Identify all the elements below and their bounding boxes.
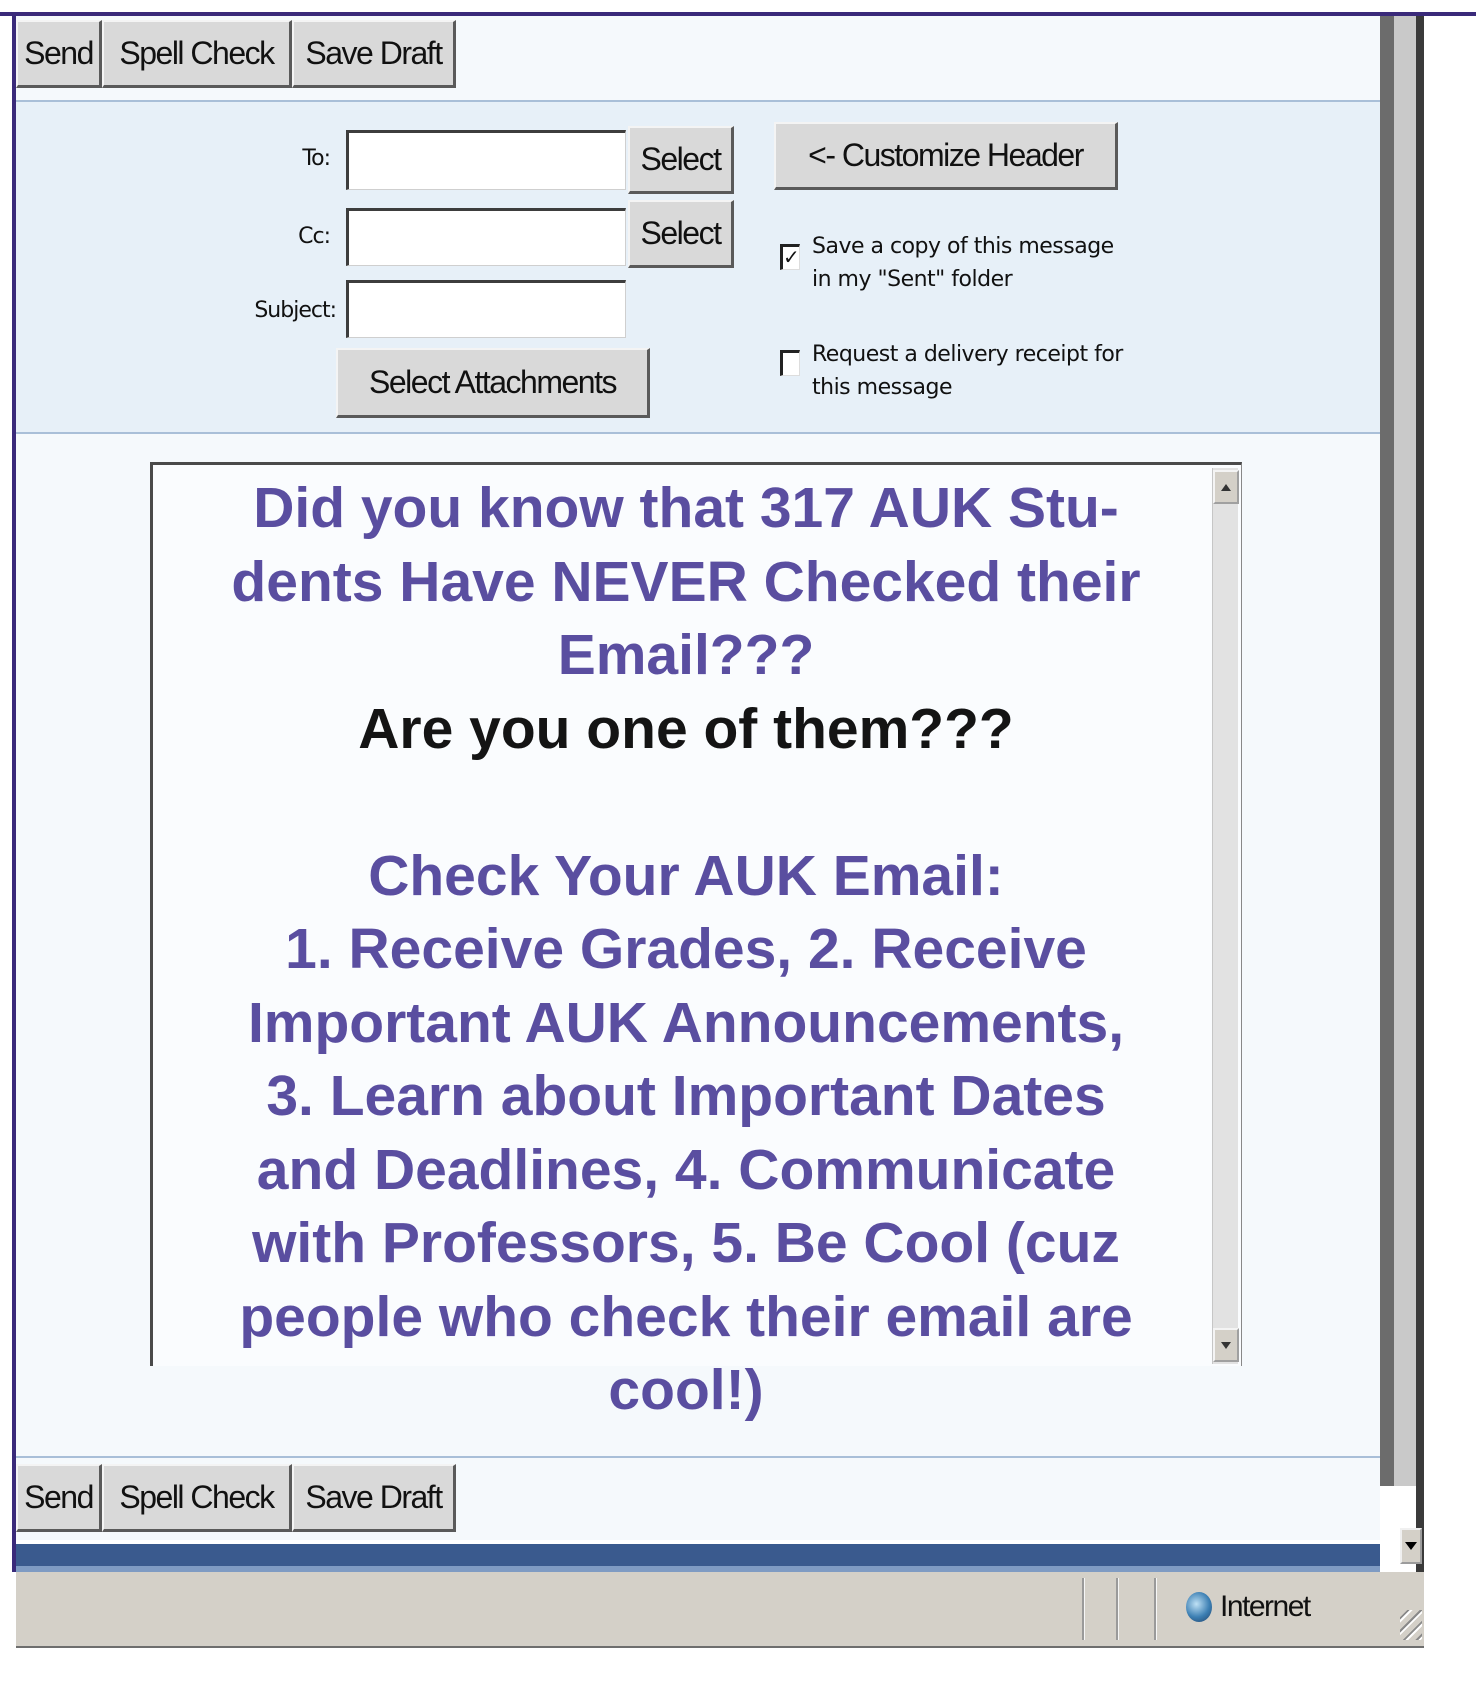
select-attachments-button[interactable]: Select Attachments [336,348,650,418]
status-separator [1082,1578,1085,1640]
message-text: Did you know that 317 AUK Stu- dents Hav… [160,472,1212,1428]
message-line: Important AUK Announcements, [247,990,1125,1055]
message-line-question: Are you one of them??? [358,696,1014,761]
message-line: dents Have NEVER Checked their [231,549,1141,614]
message-line: with Professors, 5. Be Cool (cuz [252,1211,1120,1275]
frame-bottom-bar [16,1544,1380,1566]
delivery-receipt-checkbox[interactable] [780,350,800,376]
globe-icon [1186,1592,1212,1622]
window-frame-right [1416,16,1424,1576]
status-separator [1116,1578,1119,1640]
delivery-receipt-label-line2: this message [812,375,953,400]
to-label: To: [302,146,331,171]
page-bottom-margin [0,1648,1476,1681]
spell-check-button-top[interactable]: Spell Check [102,20,292,88]
save-copy-label-line2: in my "Sent" folder [812,267,1013,292]
send-button-bottom[interactable]: Send [16,1464,102,1532]
arrow-up-icon [1221,483,1231,491]
arrow-down-icon [1221,1341,1231,1349]
save-draft-button-bottom[interactable]: Save Draft [292,1464,456,1532]
message-line: Email??? [557,623,815,687]
message-line: cool!) [608,1358,764,1422]
select-to-button[interactable]: Select [628,126,734,194]
window-scrollbar-thumb[interactable] [1380,16,1394,1486]
save-copy-label-line1: Save a copy of this message [812,234,1114,259]
message-line: 3. Learn about Important Dates [266,1064,1106,1128]
scroll-up-button[interactable] [1213,470,1239,504]
customize-header-button[interactable]: <- Customize Header [774,122,1118,190]
security-zone-label: Internet [1220,1590,1311,1623]
message-line: Check Your AUK Email: [368,843,1004,908]
resize-grip-icon[interactable] [1400,1610,1422,1640]
save-copy-label: Save a copy of this message in my "Sent"… [812,230,1142,296]
to-field[interactable] [346,130,626,190]
subject-field[interactable] [346,280,626,338]
status-separator [1154,1578,1157,1640]
cc-field[interactable] [346,208,626,266]
delivery-receipt-label: Request a delivery receipt for this mess… [812,338,1142,404]
toolbar-divider [16,1456,1380,1458]
save-copy-checkbox[interactable]: ✓ [780,244,800,270]
message-line: and Deadlines, 4. Communicate [256,1137,1116,1202]
spell-check-button-bottom[interactable]: Spell Check [102,1464,292,1532]
message-line: 1. Receive Grades, 2. Receive [285,917,1087,981]
message-line: Did you know that 317 AUK Stu- [253,476,1119,540]
message-line: people who check their email are [239,1284,1133,1349]
cc-label: Cc: [298,224,331,249]
window-scrollbar-track[interactable] [1394,16,1416,1486]
send-button-top[interactable]: Send [16,20,102,88]
scroll-down-button[interactable] [1213,1328,1239,1362]
subject-label: Subject: [254,298,337,323]
browser-status-bar: Internet [16,1572,1424,1648]
arrow-down-icon [1405,1542,1417,1550]
select-cc-button[interactable]: Select [628,200,734,268]
window-scroll-down-button[interactable] [1400,1528,1422,1564]
message-body-scrollbar[interactable] [1212,468,1239,1364]
save-draft-button-top[interactable]: Save Draft [292,20,456,88]
delivery-receipt-label-line1: Request a delivery receipt for [812,342,1123,367]
